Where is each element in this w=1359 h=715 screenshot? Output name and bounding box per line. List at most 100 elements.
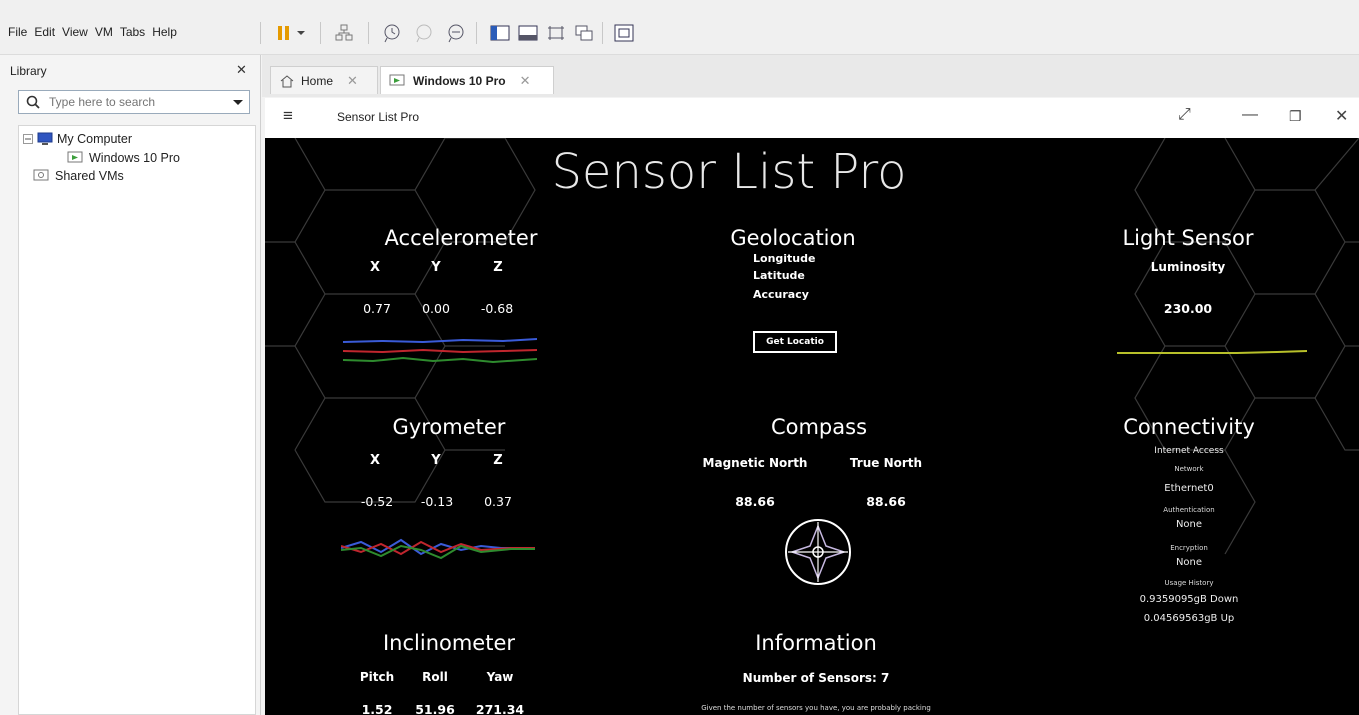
sensor-list-pro-window: Sensor List Pro Accelerometer X Y Z 0.77…: [265, 138, 1359, 715]
connectivity-title: Connectivity: [1123, 415, 1255, 439]
snapshot-button[interactable]: [380, 21, 404, 45]
gyrometer-graph: [341, 538, 535, 560]
toolbar-separator: [368, 22, 369, 44]
luminosity-label: Luminosity: [1150, 260, 1226, 274]
sidebar-layout-icon: [490, 25, 510, 41]
search-icon: [26, 95, 40, 109]
home-icon: [280, 74, 294, 87]
menu-file[interactable]: File: [8, 25, 27, 39]
send-ctrl-alt-del-button[interactable]: [332, 21, 356, 45]
hamburger-menu-button[interactable]: ≡: [283, 106, 293, 126]
tab-bar: Home ✕ Windows 10 Pro ✕: [262, 55, 1359, 97]
library-close-button[interactable]: ✕: [236, 62, 247, 78]
show-thumbnail-bar-button[interactable]: [516, 21, 540, 45]
gyrometer-axis-x: X: [369, 453, 381, 468]
minimize-button[interactable]: —: [1242, 106, 1258, 124]
magnetic-north-label: Magnetic North: [702, 456, 808, 470]
shared-vms-icon: [33, 169, 49, 181]
toolbar-separator: [320, 22, 321, 44]
library-search-input[interactable]: [47, 94, 221, 110]
menu-view[interactable]: View: [62, 25, 88, 39]
snapshot-manager-button[interactable]: [444, 21, 468, 45]
gyrometer-value-x: -0.52: [360, 494, 394, 509]
inclinometer-axis-roll: Roll: [422, 670, 448, 684]
tree-item-shared-vms[interactable]: Shared VMs: [33, 169, 124, 183]
accelerometer-value-y: 0.00: [422, 301, 450, 316]
light-sensor-title: Light Sensor: [1122, 226, 1254, 250]
revert-snapshot-button[interactable]: [412, 21, 436, 45]
accelerometer-axis-z: Z: [493, 260, 503, 275]
tree-item-my-computer[interactable]: My Computer: [23, 132, 132, 146]
close-button[interactable]: ✕: [1335, 106, 1348, 126]
geolocation-latitude: Latitude: [753, 269, 805, 282]
library-panel: Library ✕ My Computer Windows 10 Pro Sha…: [0, 55, 261, 715]
tree-item-windows-10-pro[interactable]: Windows 10 Pro: [67, 151, 180, 165]
inclinometer-axis-yaw: Yaw: [486, 670, 514, 684]
unity-button[interactable]: [572, 21, 596, 45]
tab-home[interactable]: Home ✕: [270, 66, 378, 94]
chevron-down-icon: [297, 31, 305, 35]
accelerometer-graph: [343, 338, 537, 364]
library-tree: My Computer Windows 10 Pro Shared VMs: [18, 125, 256, 715]
tree-item-label: Windows 10 Pro: [89, 151, 181, 165]
encryption-label: Encryption: [1170, 544, 1208, 552]
console-view-button[interactable]: [612, 21, 636, 45]
menu-edit[interactable]: Edit: [34, 25, 55, 39]
true-north-value: 88.66: [866, 494, 906, 509]
information-title: Information: [755, 631, 877, 655]
authentication-value: None: [1175, 519, 1203, 530]
menubar: File Edit View VM Tabs Help: [8, 25, 177, 39]
toolbar-separator: [602, 22, 603, 44]
unity-icon: [575, 25, 593, 41]
geolocation-longitude: Longitude: [753, 252, 816, 265]
inclinometer-title: Inclinometer: [382, 631, 516, 655]
network-value: Ethernet0: [1164, 483, 1214, 494]
show-library-button[interactable]: [488, 21, 512, 45]
luminosity-value: 230.00: [1163, 301, 1213, 316]
encryption-value: None: [1175, 557, 1203, 568]
fullscreen-icon: [548, 26, 564, 40]
snapshot-icon: [384, 24, 400, 43]
tab-label: Windows 10 Pro: [413, 73, 506, 88]
usage-history-label: Usage History: [1164, 579, 1214, 587]
gyrometer-value-z: 0.37: [484, 494, 512, 509]
revert-snapshot-icon: [416, 24, 432, 43]
tab-windows-10-pro[interactable]: Windows 10 Pro ✕: [380, 66, 554, 94]
collapse-icon[interactable]: [23, 134, 33, 144]
accelerometer-title: Accelerometer: [384, 226, 538, 250]
get-location-button[interactable]: Get Locatio: [753, 331, 837, 353]
compass-title: Compass: [770, 415, 868, 439]
chevron-down-icon[interactable]: [233, 99, 243, 107]
inclinometer-value-pitch: 1.52: [361, 702, 393, 715]
menu-tabs[interactable]: Tabs: [120, 25, 145, 39]
hamburger-icon: ≡: [283, 106, 293, 125]
vm-toolbar: File Edit View VM Tabs Help: [0, 0, 1359, 55]
usage-down-value: 0.9359095gB Down: [1139, 594, 1239, 605]
menu-help[interactable]: Help: [152, 25, 177, 39]
restore-button[interactable]: ❐: [1289, 108, 1302, 125]
tab-label: Home: [301, 73, 334, 88]
power-dropdown-button[interactable]: [294, 21, 308, 45]
thumbnail-bar-icon: [518, 25, 538, 41]
vm-running-icon: [389, 74, 405, 85]
accelerometer-value-x: 0.77: [363, 301, 391, 316]
sensor-count: Number of Sensors: 7: [742, 671, 890, 685]
toolbar-separator: [476, 22, 477, 44]
page-title: Sensor List Pro: [551, 144, 907, 200]
close-icon[interactable]: ✕: [347, 73, 358, 89]
internet-access-label: Internet Access: [1154, 446, 1224, 456]
app-title: Sensor List Pro: [337, 110, 420, 124]
expand-button[interactable]: ⤢: [1178, 106, 1191, 124]
minimize-icon: —: [1242, 106, 1258, 123]
accelerometer-axis-y: Y: [431, 260, 441, 275]
gyrometer-value-y: -0.13: [420, 494, 454, 509]
app-title-bar: ≡ Sensor List Pro ⤢ — ❐ ✕: [265, 98, 1359, 138]
library-search-box[interactable]: [18, 90, 250, 114]
inclinometer-value-roll: 51.96: [415, 702, 455, 715]
close-icon[interactable]: ✕: [520, 73, 531, 89]
fullscreen-button[interactable]: [544, 21, 568, 45]
pause-button[interactable]: [272, 21, 296, 45]
vm-running-icon: [67, 151, 83, 163]
gyrometer-axis-z: Z: [493, 453, 503, 468]
menu-vm[interactable]: VM: [95, 25, 113, 39]
